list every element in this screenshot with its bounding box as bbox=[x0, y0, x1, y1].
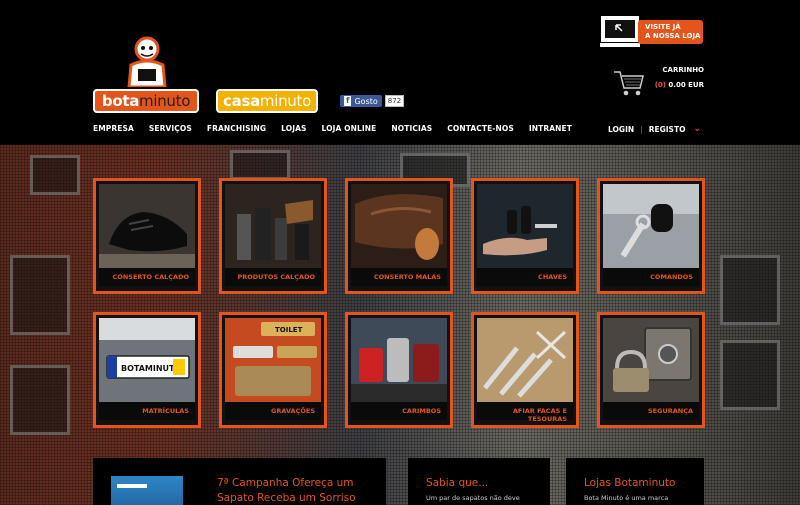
svg-text:TOILET: TOILET bbox=[275, 326, 303, 334]
car-remote-icon bbox=[603, 184, 699, 268]
nav-noticias[interactable]: NOTICIAS bbox=[391, 124, 432, 133]
tile-label: CONSERTO MALAS bbox=[351, 268, 447, 286]
casa-minuto-text: minuto bbox=[259, 92, 311, 110]
license-plate-icon: BOTAMINUTO bbox=[99, 318, 195, 402]
service-tile-comandos[interactable]: COMANDOS bbox=[597, 178, 705, 294]
news-card[interactable]: 7ª Campanha Ofereça um Sapato Receba um … bbox=[93, 458, 386, 505]
site-header: bota minuto casa minuto f Gosto 872 VISITE … bbox=[0, 0, 800, 145]
account-separator: | bbox=[640, 124, 643, 134]
botaminuto-logo[interactable]: bota minuto bbox=[93, 35, 199, 113]
nav-franchising[interactable]: FRANCHISING bbox=[207, 124, 266, 133]
facade-window bbox=[10, 365, 70, 435]
nav-loja-online[interactable]: LOJA ONLINE bbox=[322, 124, 377, 133]
tip-text: Um par de sapatos não deve bbox=[426, 494, 520, 502]
shoe-icon bbox=[99, 184, 195, 268]
chevron-down-icon[interactable]: ⌄ bbox=[693, 124, 701, 134]
facebook-like-count: 872 bbox=[384, 95, 405, 107]
stores-title: Lojas Botaminuto bbox=[584, 477, 676, 489]
nav-lojas[interactable]: LOJAS bbox=[281, 124, 306, 133]
news-text: 7ª Campanha Ofereça um Sapato Receba um … bbox=[217, 476, 377, 505]
facebook-like-label: Gosto bbox=[354, 96, 378, 106]
facebook-like[interactable]: f Gosto 872 bbox=[340, 95, 405, 107]
facade-window bbox=[720, 255, 780, 325]
stamps-icon bbox=[351, 318, 447, 402]
cart-title: CARRINHO bbox=[662, 66, 704, 74]
svg-text:BOTAMINUTO: BOTAMINUTO bbox=[121, 364, 182, 373]
casaminuto-logo[interactable]: casa minuto bbox=[216, 89, 318, 113]
engraved-plates-icon: TOILET bbox=[225, 318, 321, 402]
service-tile-gravacoes[interactable]: TOILET GRAVAÇÕES bbox=[219, 312, 327, 428]
cart-icon bbox=[614, 71, 644, 96]
tip-title: Sabia que... bbox=[426, 477, 489, 489]
safe-icon bbox=[603, 318, 699, 402]
tip-card[interactable]: Sabia que... Um par de sapatos não deve bbox=[408, 458, 550, 505]
shoe-care-products-icon bbox=[225, 184, 321, 268]
nav-contacte-nos[interactable]: CONTACTE-NOS bbox=[447, 124, 514, 133]
shopping-cart[interactable]: CARRINHO (0) 0.00 EUR bbox=[612, 64, 704, 104]
bota-text: bota bbox=[101, 92, 140, 110]
service-tile-carimbos[interactable]: CARIMBOS bbox=[345, 312, 453, 428]
tile-label: SEGURANÇA bbox=[603, 402, 699, 420]
tile-label: COMANDOS bbox=[603, 268, 699, 286]
nav-servicos[interactable]: SERVIÇOS bbox=[149, 124, 192, 133]
visit-line-1: VISITE JÁ bbox=[645, 23, 681, 31]
stores-card[interactable]: Lojas Botaminuto Bota Minuto é uma marca bbox=[566, 458, 704, 505]
botaminuto-wordmark: bota minuto bbox=[93, 89, 199, 113]
facade-window bbox=[720, 340, 780, 410]
service-tile-conserto-malas[interactable]: CONSERTO MALAS bbox=[345, 178, 453, 294]
visit-store-button[interactable]: VISITE JÁ A NOSSA LOJA bbox=[600, 15, 703, 50]
facebook-icon: f bbox=[344, 96, 352, 106]
facebook-like-button[interactable]: f Gosto bbox=[340, 95, 382, 107]
knives-scissors-icon bbox=[477, 318, 573, 402]
tile-label: MATRÍCULAS bbox=[99, 402, 195, 420]
keys-icon bbox=[477, 184, 573, 268]
tile-label: PRODUTOS CALÇADO bbox=[225, 268, 321, 286]
service-tile-produtos-calcado[interactable]: PRODUTOS CALÇADO bbox=[219, 178, 327, 294]
news-title[interactable]: 7ª Campanha Ofereça um Sapato Receba um … bbox=[217, 476, 377, 505]
cart-total: 0.00 EUR bbox=[668, 81, 704, 89]
visit-store-label: VISITE JÁ A NOSSA LOJA bbox=[638, 20, 703, 44]
tile-label: CONSERTO CALÇADO bbox=[99, 268, 195, 286]
login-link[interactable]: LOGIN bbox=[608, 125, 634, 134]
account-links: LOGIN | REGISTO ⌄ bbox=[608, 124, 701, 134]
service-tile-conserto-calcado[interactable]: CONSERTO CALÇADO bbox=[93, 178, 201, 294]
monitor-icon bbox=[600, 16, 640, 47]
register-link[interactable]: REGISTO bbox=[649, 125, 686, 134]
facade-window bbox=[230, 150, 290, 180]
facade-window bbox=[10, 255, 70, 335]
nav-intranet[interactable]: INTRANET bbox=[529, 124, 572, 133]
main-nav: EMPRESA SERVIÇOS FRANCHISING LOJAS LOJA … bbox=[93, 124, 587, 133]
service-tile-seguranca[interactable]: SEGURANÇA bbox=[597, 312, 705, 428]
tile-label: CARIMBOS bbox=[351, 402, 447, 420]
tile-label: GRAVAÇÕES bbox=[225, 402, 321, 420]
visit-line-2: A NOSSA LOJA bbox=[645, 32, 701, 40]
leather-bag-icon bbox=[351, 184, 447, 268]
service-tile-chaves[interactable]: CHAVES bbox=[471, 178, 579, 294]
news-thumbnail bbox=[111, 476, 183, 505]
mascot-icon bbox=[127, 36, 167, 87]
minuto-text: minuto bbox=[139, 92, 191, 110]
cart-summary: (0) 0.00 EUR bbox=[655, 81, 704, 89]
tile-label: CHAVES bbox=[477, 268, 573, 286]
service-tile-matriculas[interactable]: BOTAMINUTO MATRÍCULAS bbox=[93, 312, 201, 428]
cart-count: (0) bbox=[654, 81, 666, 89]
nav-empresa[interactable]: EMPRESA bbox=[93, 124, 134, 133]
casa-text: casa bbox=[223, 92, 260, 110]
stores-text: Bota Minuto é uma marca bbox=[584, 494, 669, 502]
service-tile-afiar-facas[interactable]: AFIAR FACAS E TESOURAS bbox=[471, 312, 579, 428]
tile-label: AFIAR FACAS E TESOURAS bbox=[477, 402, 573, 423]
facade-window bbox=[30, 155, 80, 195]
